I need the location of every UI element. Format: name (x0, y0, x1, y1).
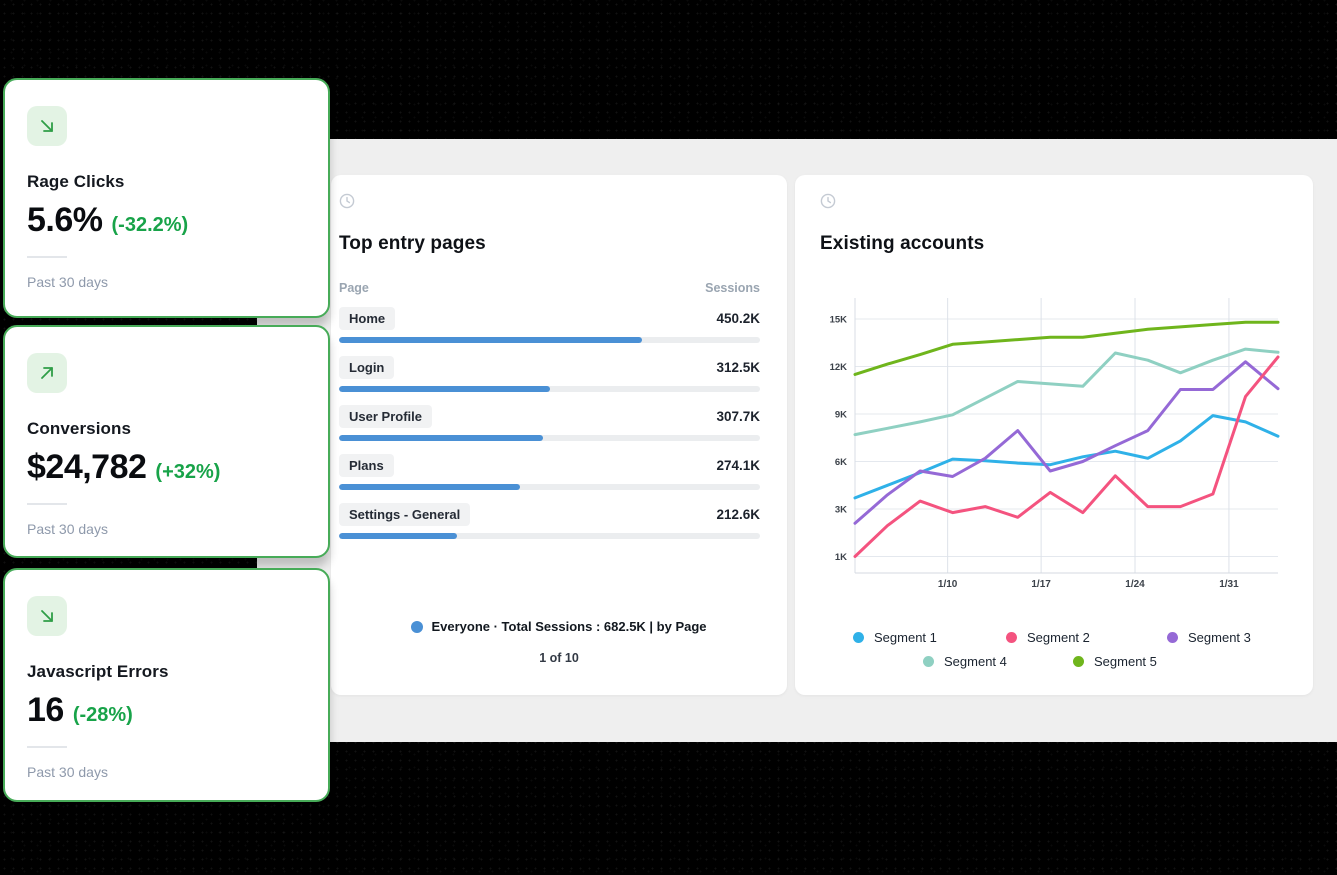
legend-dot (1167, 631, 1178, 643)
sessions-value: 450.2K (716, 310, 760, 326)
line-chart[interactable]: 15K 12K 9K 6K 3K 1K 1/10 1/17 1/24 1/31 (805, 290, 1305, 600)
kpi-title: Rage Clicks (27, 172, 125, 191)
legend-dot (1006, 631, 1017, 643)
pagination[interactable]: 1 of 10 (331, 651, 787, 665)
card-title: Existing accounts (820, 233, 985, 254)
kpi-delta: (+32%) (155, 461, 221, 483)
card-title: Top entry pages (339, 233, 486, 254)
legend-dot-everyone (411, 620, 424, 633)
bar-track (339, 533, 760, 539)
svg-text:1/24: 1/24 (1125, 579, 1145, 590)
kpi-title: Conversions (27, 419, 132, 438)
sessions-value: 274.1K (716, 457, 760, 473)
svg-text:6K: 6K (835, 457, 847, 468)
legend-label: Segment 2 (1027, 629, 1090, 645)
page-label[interactable]: Home (339, 306, 396, 330)
bar-fill (339, 337, 643, 343)
table-row[interactable]: Settings - General 212.6K (339, 502, 760, 539)
bar-fill (339, 484, 521, 490)
svg-text:3K: 3K (835, 505, 847, 516)
legend-item-segment-1[interactable]: Segment 1 (853, 629, 937, 645)
legend-label: Segment 1 (874, 629, 937, 645)
dashboard-page: Rage Clicks 5.6% (-32.2%) Past 30 days C… (0, 0, 1337, 875)
kpi-card-javascript-errors[interactable]: Javascript Errors 16 (-28%) Past 30 days (3, 568, 330, 802)
arrow-down-right-icon (27, 106, 67, 146)
divider (27, 503, 67, 505)
legend-label: Segment 4 (944, 653, 1007, 669)
bar-fill (339, 386, 550, 392)
svg-text:1/31: 1/31 (1219, 579, 1239, 590)
kpi-card-conversions[interactable]: Conversions $24,782 (+32%) Past 30 days (3, 325, 330, 558)
column-header-sessions[interactable]: Sessions (705, 281, 760, 295)
legend-label: Segment 5 (1094, 653, 1157, 669)
table-row[interactable]: Plans 274.1K (339, 453, 760, 490)
kpi-delta: (-28%) (72, 704, 133, 726)
table-row[interactable]: User Profile 307.7K (339, 404, 760, 441)
svg-text:1/10: 1/10 (938, 579, 958, 590)
sessions-value: 212.6K (716, 506, 760, 522)
page-label[interactable]: Settings - General (339, 502, 471, 526)
legend-item-segment-3[interactable]: Segment 3 (1167, 629, 1251, 645)
legend-dot (923, 655, 934, 667)
kpi-value: $24,782 (27, 448, 147, 486)
table-row[interactable]: Home 450.2K (339, 306, 760, 343)
divider (27, 256, 67, 258)
legend-dot (853, 631, 864, 643)
kpi-period: Past 30 days (27, 764, 108, 780)
svg-text:12K: 12K (830, 362, 848, 373)
svg-text:15K: 15K (830, 315, 848, 326)
kpi-period: Past 30 days (27, 274, 108, 290)
clock-icon (339, 193, 355, 209)
existing-accounts-card: Existing accounts 15K 12K 9K 6K 3K 1K 1/10 1/17… (795, 175, 1313, 695)
clock-icon (820, 193, 836, 209)
bar-track (339, 484, 760, 490)
arrow-down-right-icon (27, 596, 67, 636)
legend-item-segment-4[interactable]: Segment 4 (923, 653, 1007, 669)
legend-label: Segment 3 (1188, 629, 1251, 645)
bar-fill (339, 435, 544, 441)
bar-track (339, 386, 760, 392)
kpi-card-rage-clicks[interactable]: Rage Clicks 5.6% (-32.2%) Past 30 days (3, 78, 330, 318)
sessions-value: 312.5K (716, 359, 760, 375)
kpi-delta: (-32.2%) (111, 214, 189, 236)
column-header-page[interactable]: Page (339, 281, 369, 295)
legend-item-segment-2[interactable]: Segment 2 (1006, 629, 1090, 645)
legend-item-segment-5[interactable]: Segment 5 (1073, 653, 1157, 669)
kpi-title: Javascript Errors (27, 662, 169, 681)
table-row[interactable]: Login 312.5K (339, 355, 760, 392)
svg-text:1K: 1K (835, 552, 847, 563)
kpi-value: 5.6% (27, 201, 103, 239)
page-label[interactable]: Plans (339, 453, 394, 477)
divider (27, 746, 67, 748)
svg-text:9K: 9K (835, 410, 847, 421)
series-legend[interactable]: Everyone · Total Sessions : 682.5K | by … (431, 619, 706, 634)
bar-track (339, 337, 760, 343)
top-entry-pages-card: Top entry pages Page Sessions Home 450.2… (331, 175, 787, 695)
arrow-up-right-icon (27, 353, 67, 393)
bar-fill (339, 533, 457, 539)
sessions-value: 307.7K (716, 408, 760, 424)
kpi-period: Past 30 days (27, 521, 108, 537)
page-label[interactable]: User Profile (339, 404, 432, 428)
kpi-value: 16 (27, 691, 64, 729)
page-label[interactable]: Login (339, 355, 395, 379)
bar-track (339, 435, 760, 441)
svg-text:1/17: 1/17 (1031, 579, 1051, 590)
legend-dot (1073, 655, 1084, 667)
